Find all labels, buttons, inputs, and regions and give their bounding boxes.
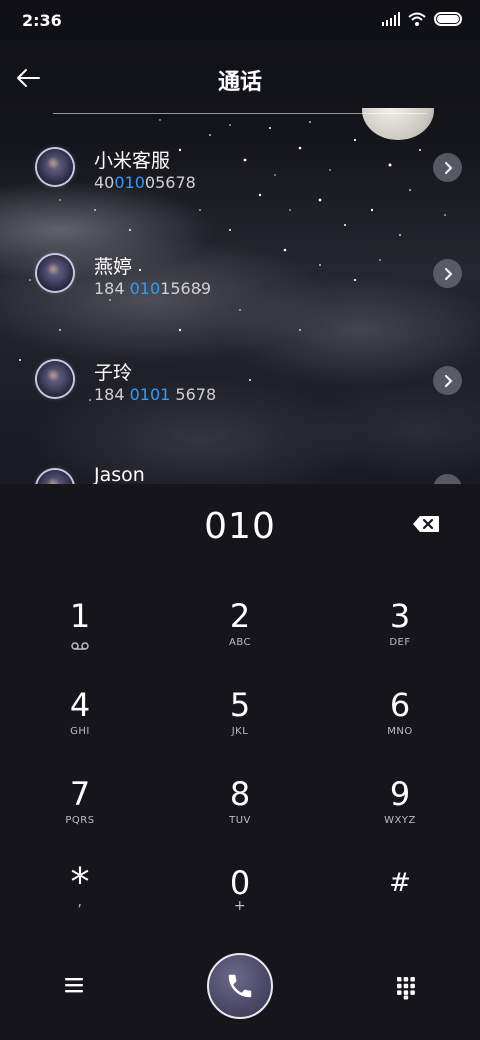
key-letters: ABC — [228, 637, 251, 648]
avatar — [37, 255, 73, 291]
menu-button[interactable] — [56, 970, 92, 1000]
contact-row[interactable]: 燕婷 184 01015689 — [0, 236, 480, 316]
bottom-bar — [0, 952, 480, 1022]
signal-icon — [382, 12, 400, 26]
key-letters: WXYZ — [384, 815, 416, 826]
key-letters: + — [233, 898, 247, 914]
contact-detail-button[interactable] — [433, 474, 462, 484]
contact-name: 燕婷 — [94, 256, 133, 278]
call-button[interactable] — [207, 953, 273, 1019]
contact-row[interactable]: 子玲 184 0101 5678 — [0, 343, 480, 423]
header-divider — [53, 113, 427, 114]
dial-key-3[interactable]: 3 DEF — [340, 597, 460, 673]
status-icons — [382, 12, 462, 26]
dial-key-2[interactable]: 2 ABC — [180, 597, 300, 673]
dial-key-1[interactable]: 1 — [20, 597, 140, 673]
contact-number: 4001005678 — [94, 173, 196, 192]
backspace-button[interactable] — [408, 512, 444, 536]
header: 通话 — [0, 56, 480, 102]
key-letters: JKL — [231, 726, 249, 737]
contact-row[interactable]: Jason — [0, 450, 480, 484]
key-digit: 5 — [229, 686, 251, 724]
key-digit: 1 — [69, 597, 91, 635]
contact-name: Jason — [94, 464, 145, 484]
battery-icon — [434, 12, 462, 26]
contact-name: 小米客服 — [94, 150, 171, 172]
key-letters: , — [77, 894, 83, 910]
key-digit: 6 — [389, 686, 411, 724]
phone-icon — [228, 974, 252, 998]
dial-key-5[interactable]: 5 JKL — [180, 686, 300, 762]
contact-number: 184 0101 5678 — [94, 385, 217, 404]
key-letters: PQRS — [65, 815, 95, 826]
contact-detail-button[interactable] — [433, 153, 462, 182]
chevron-right-icon — [444, 161, 452, 174]
status-time: 2:36 — [22, 11, 62, 30]
contact-name: 子玲 — [94, 362, 133, 384]
key-digit: 7 — [69, 775, 91, 813]
key-letters: TUV — [229, 815, 251, 826]
avatar — [37, 361, 73, 397]
contact-detail-button[interactable] — [433, 259, 462, 288]
dial-key-star[interactable]: * , — [20, 863, 140, 940]
keypad-toggle-button[interactable] — [388, 970, 424, 1006]
contact-number: 184 01015689 — [94, 279, 212, 298]
contact-detail-button[interactable] — [433, 366, 462, 395]
voicemail-icon — [71, 642, 89, 650]
key-digit: 4 — [69, 686, 91, 724]
dial-key-9[interactable]: 9 WXYZ — [340, 775, 460, 851]
dial-key-hash[interactable]: # — [340, 864, 460, 940]
key-digit: # — [389, 868, 411, 898]
wifi-icon — [408, 12, 426, 26]
key-digit: 9 — [389, 775, 411, 813]
dial-key-4[interactable]: 4 GHI — [20, 686, 140, 762]
key-digit: 3 — [389, 597, 411, 635]
backspace-icon — [413, 516, 439, 532]
key-letters: GHI — [70, 726, 90, 737]
key-digit: 8 — [229, 775, 251, 813]
chevron-right-icon — [444, 374, 452, 387]
key-digit: 2 — [229, 597, 251, 635]
avatar — [37, 149, 73, 185]
key-letters: MNO — [387, 726, 413, 737]
key-digit: 0 — [229, 864, 251, 902]
dial-key-7[interactable]: 7 PQRS — [20, 775, 140, 851]
status-bar: 2:36 — [0, 0, 480, 42]
dial-key-0[interactable]: 0 + — [180, 864, 300, 940]
contact-row[interactable]: 小米客服 4001005678 — [0, 130, 480, 210]
key-letters: DEF — [389, 637, 411, 648]
dial-key-6[interactable]: 6 MNO — [340, 686, 460, 762]
chevron-right-icon — [444, 267, 452, 280]
avatar — [37, 470, 73, 484]
page-title: 通话 — [217, 70, 262, 95]
menu-icon — [65, 978, 83, 993]
dial-key-8[interactable]: 8 TUV — [180, 775, 300, 851]
keypad-icon — [397, 977, 415, 1000]
